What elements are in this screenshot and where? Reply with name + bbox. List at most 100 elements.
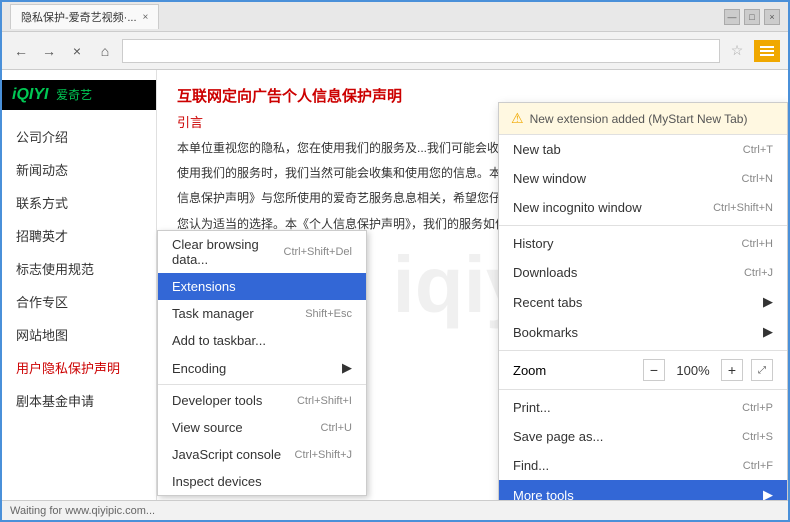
ctx-encoding[interactable]: Encoding ▶ <box>158 354 366 382</box>
forward-button[interactable]: → <box>38 40 60 62</box>
zoom-row: Zoom − 100% + ⤢ <box>499 354 787 386</box>
dd-new-window[interactable]: New window Ctrl+N <box>499 164 787 193</box>
browser-tab[interactable]: 隐私保护-爱奇艺视频·... × <box>10 4 159 29</box>
zoom-label: Zoom <box>513 363 635 378</box>
dd-more-tools[interactable]: More tools ▶ <box>499 480 787 500</box>
dd-history-label: History <box>513 236 553 251</box>
sidebar-item-privacy[interactable]: 用户隐私保护声明 <box>2 351 156 384</box>
dd-find[interactable]: Find... Ctrl+F <box>499 451 787 480</box>
dd-save-page-label: Save page as... <box>513 429 603 444</box>
ctx-task-manager[interactable]: Task manager Shift+Esc <box>158 300 366 327</box>
tab-close-button[interactable]: × <box>143 12 149 23</box>
maximize-button[interactable]: □ <box>744 9 760 25</box>
ctx-clear-shortcut: Ctrl+Shift+Del <box>284 246 352 258</box>
dd-save-page[interactable]: Save page as... Ctrl+S <box>499 422 787 451</box>
sidebar-item-news[interactable]: 新闻动态 <box>2 153 156 186</box>
dd-save-page-shortcut: Ctrl+S <box>742 431 773 443</box>
zoom-value: 100% <box>673 363 713 378</box>
navigation-bar: ← → × ⌂ ☆ <box>2 32 788 70</box>
iqiyi-header: iQIYI 爱奇艺 <box>2 80 156 110</box>
zoom-out-button[interactable]: − <box>643 359 665 381</box>
ctx-add-taskbar-label: Add to taskbar... <box>172 333 266 348</box>
context-menu: Clear browsing data... Ctrl+Shift+Del Ex… <box>157 230 367 496</box>
bookmark-star-icon[interactable]: ☆ <box>726 40 748 62</box>
dd-new-tab[interactable]: New tab Ctrl+T <box>499 135 787 164</box>
ctx-js-console-shortcut: Ctrl+Shift+J <box>295 449 352 461</box>
status-text: Waiting for www.qiyipic.com... <box>10 505 155 517</box>
ctx-dev-tools-label: Developer tools <box>172 393 262 408</box>
back-button[interactable]: ← <box>10 40 32 62</box>
dd-incognito[interactable]: New incognito window Ctrl+Shift+N <box>499 193 787 222</box>
ctx-add-taskbar[interactable]: Add to taskbar... <box>158 327 366 354</box>
dd-print-label: Print... <box>513 400 551 415</box>
iqiyi-chinese-name: 爱奇艺 <box>56 88 92 102</box>
title-bar: 隐私保护-爱奇艺视频·... × — □ × <box>2 2 788 32</box>
iqiyi-brand-icon: iQIYI <box>12 86 48 103</box>
address-bar[interactable] <box>122 39 720 63</box>
iqiyi-logo-text: iQIYI 爱奇艺 <box>12 86 146 104</box>
dd-incognito-shortcut: Ctrl+Shift+N <box>713 202 773 214</box>
notification-bar: ⚠ New extension added (MyStart New Tab) <box>499 103 787 135</box>
home-button[interactable]: ⌂ <box>94 40 116 62</box>
zoom-fullscreen-button[interactable]: ⤢ <box>751 359 773 381</box>
sidebar-item-contact[interactable]: 联系方式 <box>2 186 156 219</box>
status-bar: Waiting for www.qiyipic.com... <box>2 500 788 520</box>
chrome-menu-button[interactable] <box>754 40 780 62</box>
ctx-clear-browsing-label: Clear browsing data... <box>172 237 284 267</box>
reload-close-button[interactable]: × <box>66 40 88 62</box>
dd-recent-tabs[interactable]: Recent tabs ▶ <box>499 287 787 317</box>
ctx-view-source[interactable]: View source Ctrl+U <box>158 414 366 441</box>
dd-bookmarks-arrow: ▶ <box>763 324 773 340</box>
sidebar-item-company[interactable]: 公司介绍 <box>2 120 156 153</box>
dd-find-shortcut: Ctrl+F <box>743 460 773 472</box>
dd-bookmarks[interactable]: Bookmarks ▶ <box>499 317 787 347</box>
zoom-in-button[interactable]: + <box>721 359 743 381</box>
ctx-divider-1 <box>158 384 366 385</box>
ctx-extensions-label: Extensions <box>172 279 236 294</box>
ctx-js-console[interactable]: JavaScript console Ctrl+Shift+J <box>158 441 366 468</box>
notification-icon: ⚠ <box>511 110 524 127</box>
dd-find-label: Find... <box>513 458 549 473</box>
dd-incognito-label: New incognito window <box>513 200 642 215</box>
dd-more-tools-arrow: ▶ <box>763 487 773 500</box>
dd-divider-2 <box>499 350 787 351</box>
ctx-encoding-label: Encoding <box>172 361 226 376</box>
dd-new-window-label: New window <box>513 171 586 186</box>
ctx-view-source-label: View source <box>172 420 243 435</box>
tab-title: 隐私保护-爱奇艺视频·... <box>21 9 137 25</box>
window-controls: — □ × <box>724 9 780 25</box>
dd-downloads[interactable]: Downloads Ctrl+J <box>499 258 787 287</box>
page-content-area: iQIYI 爱奇艺 公司介绍 新闻动态 联系方式 招聘英才 标志使用规范 合作专… <box>2 70 788 500</box>
minimize-button[interactable]: — <box>724 9 740 25</box>
sidebar-item-logo-rules[interactable]: 标志使用规范 <box>2 252 156 285</box>
ctx-extensions[interactable]: Extensions <box>158 273 366 300</box>
ctx-task-manager-label: Task manager <box>172 306 254 321</box>
dd-bookmarks-label: Bookmarks <box>513 325 578 340</box>
close-button[interactable]: × <box>764 9 780 25</box>
ctx-dev-tools[interactable]: Developer tools Ctrl+Shift+I <box>158 387 366 414</box>
ctx-task-shortcut: Shift+Esc <box>305 308 352 320</box>
browser-window: 隐私保护-爱奇艺视频·... × — □ × ← → × ⌂ ☆ iQIYI 爱… <box>0 0 790 522</box>
sidebar-item-partners[interactable]: 合作专区 <box>2 285 156 318</box>
dd-downloads-shortcut: Ctrl+J <box>744 267 773 279</box>
sidebar-item-script-fund[interactable]: 剧本基金申请 <box>2 384 156 417</box>
left-sidebar: iQIYI 爱奇艺 公司介绍 新闻动态 联系方式 招聘英才 标志使用规范 合作专… <box>2 70 157 500</box>
dd-new-tab-label: New tab <box>513 142 561 157</box>
dd-print-shortcut: Ctrl+P <box>742 402 773 414</box>
ctx-clear-browsing[interactable]: Clear browsing data... Ctrl+Shift+Del <box>158 231 366 273</box>
ctx-js-console-label: JavaScript console <box>172 447 281 462</box>
dd-history-shortcut: Ctrl+H <box>742 238 773 250</box>
ctx-inspect-devices-label: Inspect devices <box>172 474 262 489</box>
ctx-view-source-shortcut: Ctrl+U <box>321 422 352 434</box>
dd-divider-3 <box>499 389 787 390</box>
dd-new-tab-shortcut: Ctrl+T <box>743 144 773 156</box>
ctx-encoding-arrow: ▶ <box>342 360 352 376</box>
sidebar-item-recruit[interactable]: 招聘英才 <box>2 219 156 252</box>
dd-new-window-shortcut: Ctrl+N <box>742 173 773 185</box>
dd-history[interactable]: History Ctrl+H <box>499 229 787 258</box>
dd-print[interactable]: Print... Ctrl+P <box>499 393 787 422</box>
ctx-inspect-devices[interactable]: Inspect devices <box>158 468 366 495</box>
dd-more-tools-label: More tools <box>513 488 574 501</box>
sidebar-item-sitemap[interactable]: 网站地图 <box>2 318 156 351</box>
ctx-dev-tools-shortcut: Ctrl+Shift+I <box>297 395 352 407</box>
